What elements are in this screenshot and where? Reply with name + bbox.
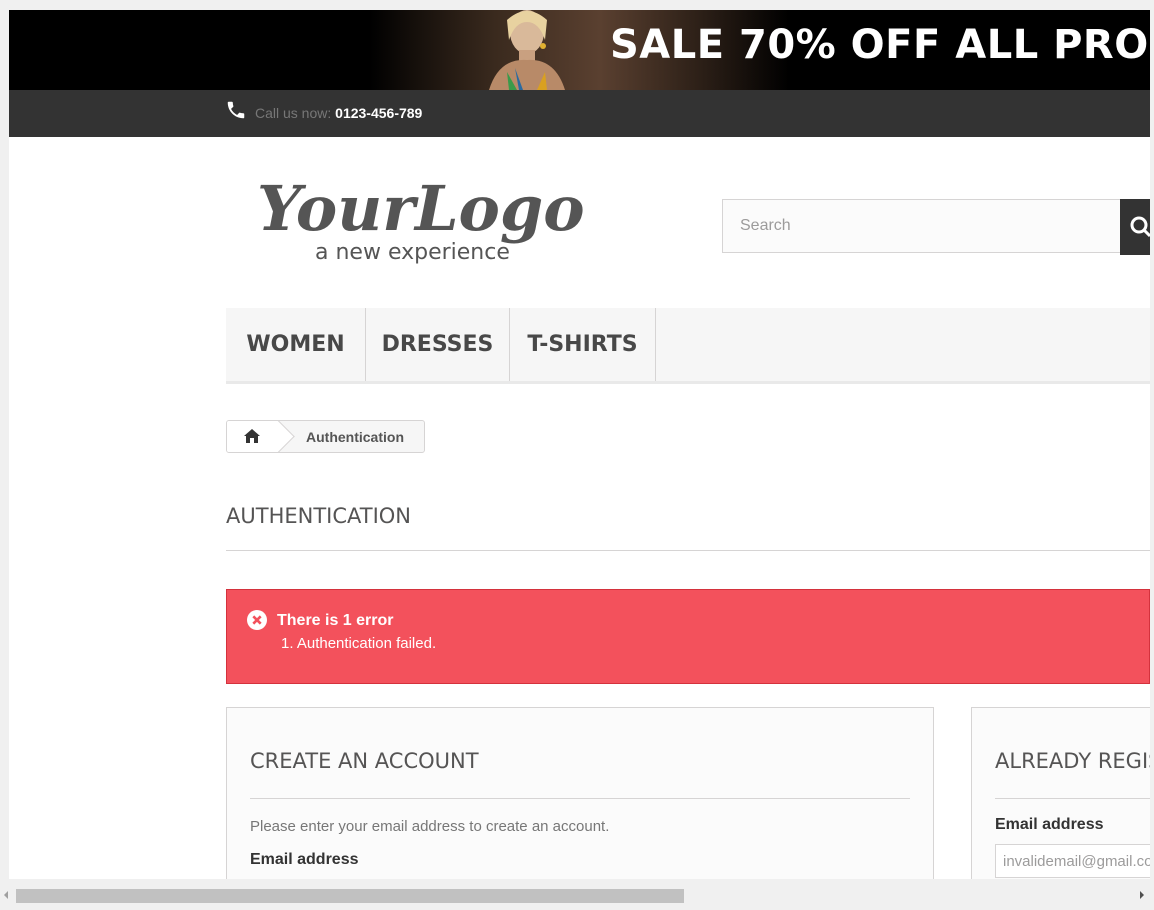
logo-wordmark: YourLogo (257, 172, 585, 245)
horizontal-scrollbar[interactable] (0, 879, 1154, 910)
banner-model-image (489, 10, 565, 90)
phone-number: 0123-456-789 (335, 105, 423, 121)
phone-icon (227, 101, 245, 119)
login-title: ALREADY REGISTERED? (995, 749, 1150, 773)
window-frame-top (0, 0, 1154, 10)
main-menu: WOMEN DRESSES T-SHIRTS (226, 308, 1150, 384)
login-email-label: Email address (995, 816, 1104, 833)
search-icon (1130, 216, 1150, 238)
error-message: 1. Authentication failed. (281, 635, 437, 652)
create-account-description: Please enter your email address to creat… (250, 818, 610, 835)
menu-item-women[interactable]: WOMEN (226, 308, 366, 381)
create-email-label: Email address (250, 851, 359, 868)
error-alert: There is 1 error 1. Authentication faile… (226, 589, 1150, 684)
home-icon (244, 429, 260, 443)
scroll-right-arrow-icon[interactable] (1138, 890, 1146, 900)
site-logo[interactable]: YourLogo a new experience (257, 160, 617, 270)
create-account-divider (250, 798, 910, 799)
heading-divider (226, 550, 1150, 551)
menu-item-dresses[interactable]: DRESSES (366, 308, 510, 381)
login-email-field[interactable] (995, 844, 1150, 878)
window-frame-right (1150, 0, 1154, 880)
window-frame-left (0, 0, 9, 880)
contact-phone-text: Call us now: 0123-456-789 (255, 105, 422, 121)
top-info-bar: Call us now: 0123-456-789 (9, 90, 1150, 137)
scrollbar-thumb[interactable] (16, 889, 684, 903)
login-form: ALREADY REGISTERED? Email address (971, 707, 1150, 879)
search-button[interactable] (1120, 199, 1150, 255)
page-viewport: SALE 70% OFF ALL PRODU Call us now: 0123… (9, 10, 1150, 879)
promo-banner[interactable]: SALE 70% OFF ALL PRODU (9, 10, 1150, 90)
create-account-title: CREATE AN ACCOUNT (250, 749, 479, 773)
logo-tagline: a new experience (315, 240, 510, 265)
error-icon (247, 610, 267, 630)
login-divider (995, 798, 1150, 799)
breadcrumb: Authentication (226, 420, 425, 453)
scroll-left-arrow-icon[interactable] (2, 890, 10, 900)
banner-headline: SALE 70% OFF ALL PRODU (610, 22, 1150, 68)
create-account-form: CREATE AN ACCOUNT Please enter your emai… (226, 707, 934, 879)
page-title: AUTHENTICATION (226, 504, 412, 528)
breadcrumb-current: Authentication (306, 429, 404, 445)
error-title: There is 1 error (277, 612, 394, 629)
menu-item-t-shirts[interactable]: T-SHIRTS (510, 308, 656, 381)
search-input[interactable] (722, 199, 1122, 253)
call-us-label: Call us now: (255, 105, 332, 121)
